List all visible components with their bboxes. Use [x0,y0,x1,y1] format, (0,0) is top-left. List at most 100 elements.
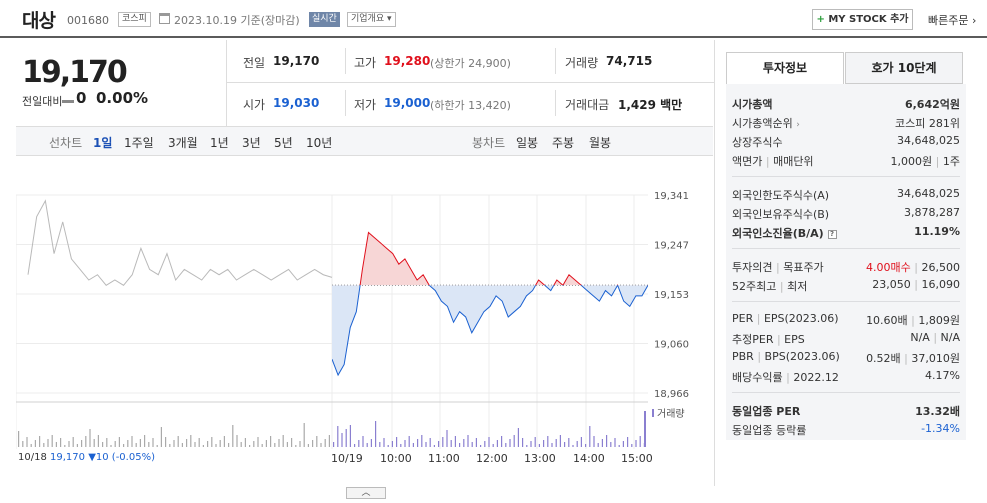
period-1day[interactable]: 1일 [93,134,112,151]
divider [226,82,714,83]
volume-bar [496,440,498,447]
volume-bar [505,443,507,447]
volume-bar [606,435,608,447]
volume-bar [26,437,28,447]
quick-order-link[interactable]: 빠른주문 › [928,12,976,28]
info-label: 외국인한도주식수(A) [732,189,830,202]
info-row: 동일업종 PER 13.32배 [732,403,960,421]
info-value: N/A | N/A [910,331,960,344]
info-row: 외국인한도주식수(A) 34,648,025 [732,187,960,205]
volume-bar [211,437,213,447]
volume-bar [358,440,360,447]
low-value: 19,000 [384,96,431,110]
period-3month[interactable]: 3개월 [168,134,198,151]
period-1year[interactable]: 1년 [210,134,229,151]
volume-bar [253,441,255,447]
volume-bar [450,440,452,447]
volume-bar [320,443,322,447]
volume-bar [362,436,364,447]
volume-bar [534,437,536,447]
volume-bar [257,437,259,447]
candle-daily[interactable]: 일봉 [516,134,538,151]
volume-bar [240,442,242,447]
volume-bar [433,445,435,447]
tab-order-book[interactable]: 호가 10단계 [845,52,963,84]
volume-bar [391,441,393,447]
candle-monthly[interactable]: 월봉 [589,134,611,151]
volume-bar [34,440,36,447]
change-rate: 0.00% [96,89,149,107]
volume-bar [177,436,179,447]
volume-bar [198,438,200,447]
info-row: PER | EPS(2023.06) 10.60배 | 1,809원 [732,312,960,330]
period-3year[interactable]: 3년 [242,134,261,151]
info-row: 동일업종 등락률 -1.34% [732,422,960,440]
period-5year[interactable]: 5년 [274,134,293,151]
volume-bar [366,443,368,447]
info-row[interactable]: 시가총액순위 › 코스피 281위 [732,115,960,133]
volume-label: 거래량 [565,56,599,70]
y-tick-label: 18,966 [654,389,689,400]
volume-bar [89,429,91,447]
volume-bar [572,445,574,447]
flat-change-icon [62,100,74,103]
info-label: 시가총액 [732,98,773,111]
volume-bar [526,445,528,447]
period-10year[interactable]: 10년 [306,134,332,151]
volume-bar [627,437,629,447]
period-1week[interactable]: 1주일 [124,134,154,151]
volume-bar [564,442,566,447]
volume-bar [324,439,326,447]
y-tick-label: 19,247 [654,241,689,252]
candle-weekly[interactable]: 주봉 [552,134,574,151]
y-tick-label: 19,153 [654,290,689,301]
info-value: 3,878,287 [904,206,960,219]
add-mystock-button[interactable]: + MY STOCK 추가 [812,9,913,30]
volume-bar [186,439,188,447]
tab-investment-info[interactable]: 투자정보 [726,52,844,84]
volume-bar [202,445,204,447]
x-tick-label: 10:00 [380,452,412,465]
volume-bar [236,435,238,447]
volume-bar [597,443,599,447]
volume-bar [404,440,406,447]
y-tick-label: 19,341 [654,191,689,202]
realtime-button[interactable]: 실시간 [309,12,340,27]
volume-bar [316,436,318,447]
volume-bar [471,442,473,447]
volume-bar [55,442,57,447]
volume-bar [286,442,288,447]
collapse-chart-button[interactable]: ︿ [346,487,386,499]
volume-bar [169,444,171,447]
info-label: 추정PER | EPS [732,333,805,346]
volume-bar [282,435,284,447]
current-price: 19,170 [22,55,128,90]
info-value: 34,648,025 [897,134,960,147]
trade-amount-value: 1,429 백만 [618,98,683,112]
legend-price: 19,170 [50,452,86,463]
volume-bar [454,436,456,447]
company-overview-button[interactable]: 기업개요 ▾ [347,12,396,27]
volume-bar [207,441,209,447]
info-value: 4.00매수 | 26,500 [866,261,960,274]
volume-bar [555,439,557,447]
volume-bar [513,435,515,447]
volume-bar [123,444,125,447]
info-separator [732,301,960,302]
info-value: 6,642억원 [904,98,960,111]
stock-name: 대상 [22,10,56,32]
divider [555,90,556,116]
volume-bar [547,436,549,447]
info-label: 액면가 | 매매단위 [732,155,814,168]
price-chart[interactable]: 19,341 19,247 19,153 19,060 18,966 거래량 [16,157,713,449]
volume-bar [102,442,104,447]
x-tick-label: 10/19 [331,452,363,465]
volume-bar [610,442,612,447]
volume-bar [299,441,301,447]
volume-bar [585,444,587,447]
market-badge: 코스피 [118,12,151,27]
info-label: PBR | BPS(2023.06) [732,350,840,363]
volume-bar [160,427,162,447]
add-mystock-label: MY STOCK 추가 [828,14,909,25]
volume-bar [173,440,175,447]
